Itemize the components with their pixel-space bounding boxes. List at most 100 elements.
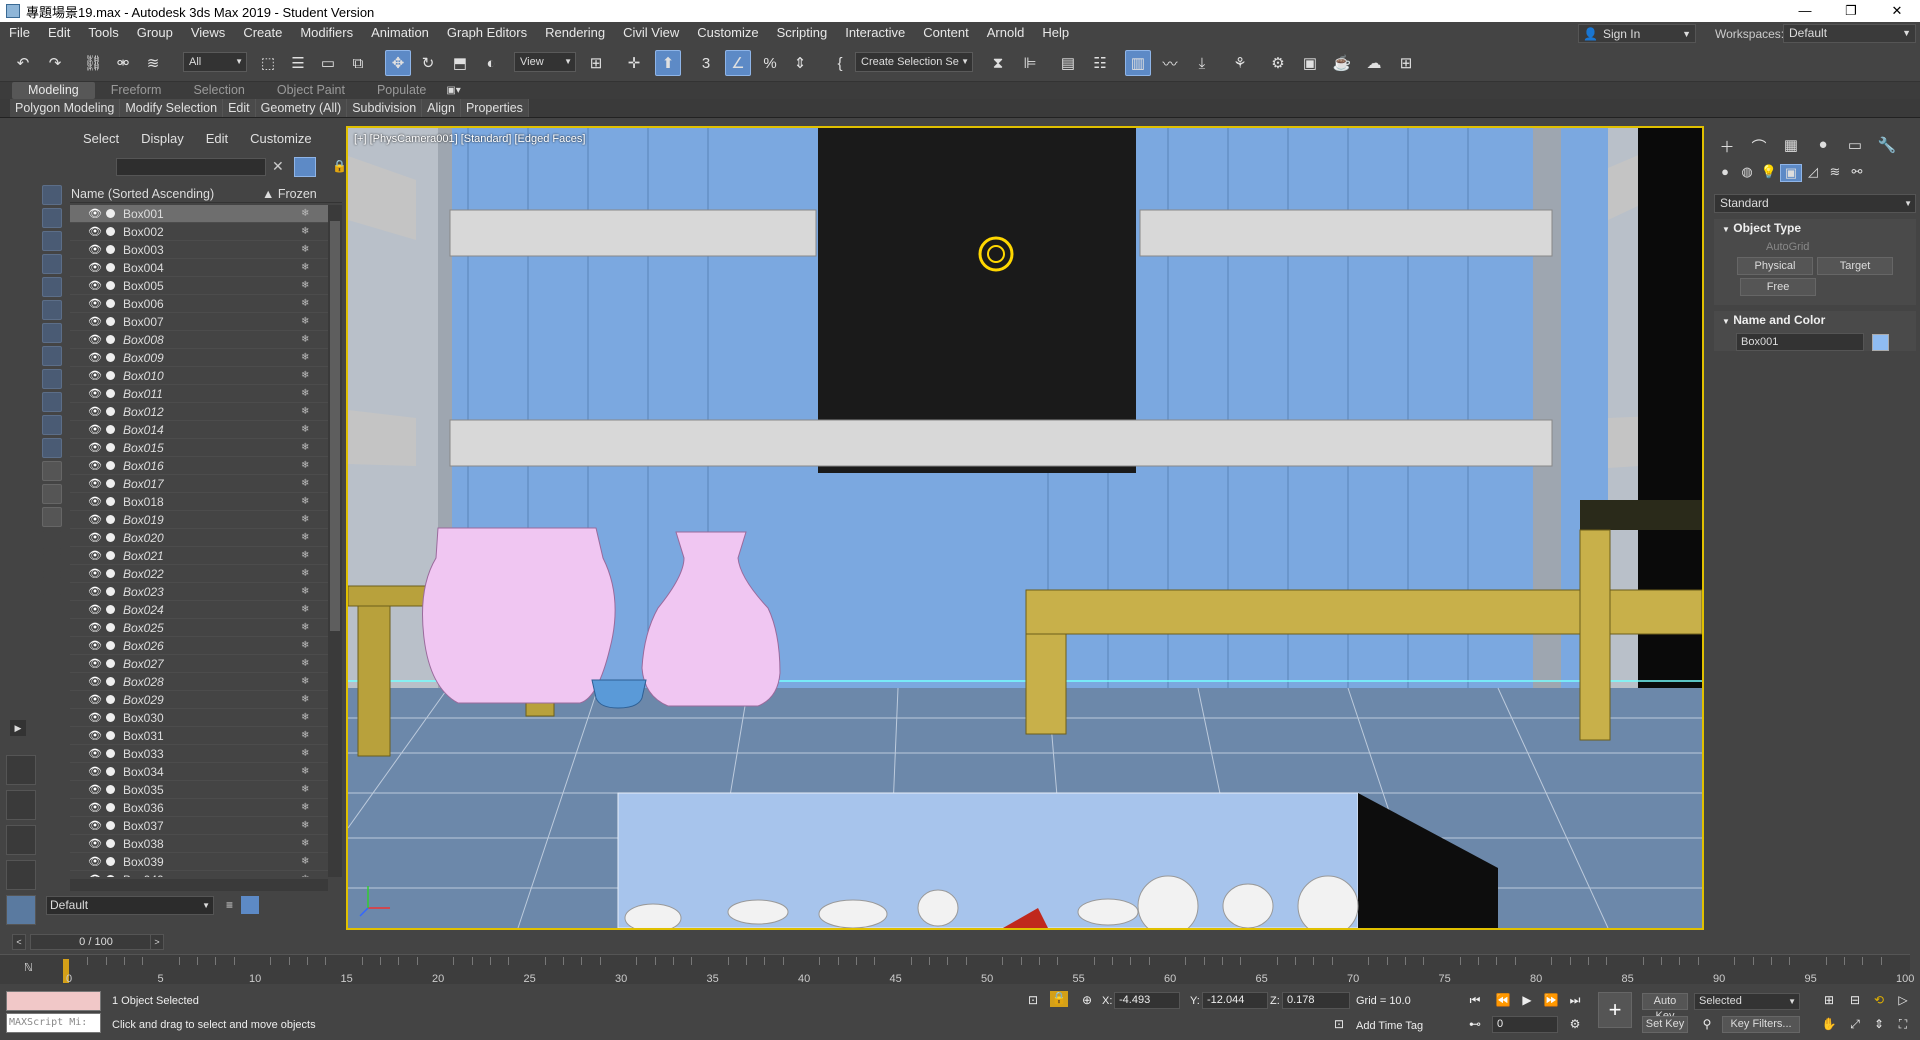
maximize-viewport-icon[interactable]: ⛶ <box>1894 1017 1912 1033</box>
ribbon-properties[interactable]: Properties <box>460 99 529 117</box>
visibility-eye-icon[interactable]: 👁 <box>88 405 102 418</box>
display-lights-icon[interactable] <box>42 231 62 251</box>
frozen-toggle-icon[interactable]: ❄ <box>301 748 309 759</box>
select-and-move-icon[interactable]: ✥ <box>385 50 411 76</box>
list-item[interactable]: 👁 Box033 ❄ <box>70 745 328 763</box>
ribbon-tab-freeform[interactable]: Freeform <box>95 82 178 99</box>
lock-icon[interactable]: 🔒 <box>332 159 347 173</box>
explorer-scrollbar[interactable] <box>328 205 342 877</box>
render-toggle-icon[interactable] <box>106 425 115 434</box>
orbit-icon[interactable]: ⟲ <box>1870 993 1888 1009</box>
align-icon[interactable]: ⊫ <box>1017 50 1043 76</box>
frozen-toggle-icon[interactable]: ❄ <box>301 478 309 489</box>
render-toggle-icon[interactable] <box>106 317 115 326</box>
target-camera-button[interactable]: Target <box>1817 257 1893 275</box>
list-item[interactable]: 👁 Box027 ❄ <box>70 655 328 673</box>
frozen-toggle-icon[interactable]: ❄ <box>301 730 309 741</box>
visibility-eye-icon[interactable]: 👁 <box>88 855 102 868</box>
walk-through-icon[interactable]: ⤢ <box>1846 1017 1864 1033</box>
visibility-eye-icon[interactable]: 👁 <box>88 387 102 400</box>
menu-create[interactable]: Create <box>234 22 291 44</box>
time-slider[interactable]: 0 / 100 <box>30 934 162 950</box>
key-walker-icon[interactable]: ⚲ <box>1698 1017 1716 1033</box>
key-filters-button[interactable]: Key Filters... <box>1722 1016 1800 1033</box>
render-toggle-icon[interactable] <box>106 605 115 614</box>
frozen-toggle-icon[interactable]: ❄ <box>301 244 309 255</box>
ribbon-modify-selection[interactable]: Modify Selection <box>120 99 224 117</box>
zoom-extents-icon[interactable]: ⊞ <box>1820 993 1838 1009</box>
render-toggle-icon[interactable] <box>106 731 115 740</box>
menu-rendering[interactable]: Rendering <box>536 22 614 44</box>
window-crossing-icon[interactable]: ⧉ <box>345 50 371 76</box>
frozen-toggle-icon[interactable]: ❄ <box>301 208 309 219</box>
visibility-eye-icon[interactable]: 👁 <box>88 459 102 472</box>
list-item[interactable]: 👁 Box038 ❄ <box>70 835 328 853</box>
key-mode-select[interactable]: Selected ▼ <box>1694 993 1800 1010</box>
spinner-snap-icon[interactable]: ⇕ <box>787 50 813 76</box>
list-item[interactable]: 👁 Box019 ❄ <box>70 511 328 529</box>
viewport-label[interactable]: [+] [PhysCamera001] [Standard] [Edged Fa… <box>354 133 585 145</box>
ribbon-subdivision[interactable]: Subdivision <box>347 99 423 117</box>
link-icon[interactable]: ⛓ <box>80 50 106 76</box>
render-toggle-icon[interactable] <box>106 281 115 290</box>
display-bones-icon[interactable] <box>42 369 62 389</box>
visibility-eye-icon[interactable]: 👁 <box>88 531 102 544</box>
reference-coordinate-select[interactable]: View ▼ <box>514 52 576 72</box>
render-toggle-icon[interactable] <box>106 587 115 596</box>
filter-toggle-icon[interactable] <box>294 157 316 177</box>
render-toggle-icon[interactable] <box>106 443 115 452</box>
previous-key-icon[interactable]: ⏪ <box>1494 993 1512 1009</box>
frozen-toggle-icon[interactable]: ❄ <box>301 658 309 669</box>
list-item[interactable]: 👁 Box005 ❄ <box>70 277 328 295</box>
ribbon-tab-object-paint[interactable]: Object Paint <box>261 82 361 99</box>
frozen-toggle-icon[interactable]: ❄ <box>301 262 309 273</box>
next-key-icon[interactable]: ⏩ <box>1542 993 1560 1009</box>
render-toggle-icon[interactable] <box>106 479 115 488</box>
scene-explorer-options-icon[interactable] <box>241 896 260 914</box>
frozen-toggle-icon[interactable]: ❄ <box>301 694 309 705</box>
viewport-layout-tab[interactable] <box>6 860 36 890</box>
frozen-toggle-icon[interactable]: ❄ <box>301 604 309 615</box>
pan-view-icon[interactable]: ✋ <box>1820 1017 1838 1033</box>
undo-icon[interactable]: ↶ <box>10 50 36 76</box>
create-tab-icon[interactable]: ＋ <box>1714 136 1740 156</box>
list-item[interactable]: 👁 Box023 ❄ <box>70 583 328 601</box>
display-hidden-icon[interactable] <box>42 438 62 458</box>
menu-arnold[interactable]: Arnold <box>978 22 1034 44</box>
render-toggle-icon[interactable] <box>106 371 115 380</box>
list-item[interactable]: 👁 Box036 ❄ <box>70 799 328 817</box>
frozen-toggle-icon[interactable]: ❄ <box>301 676 309 687</box>
frozen-toggle-icon[interactable]: ❄ <box>301 352 309 363</box>
go-to-end-icon[interactable]: ⏭ <box>1566 993 1584 1009</box>
visibility-eye-icon[interactable]: 👁 <box>88 639 102 652</box>
explorer-menu-select[interactable]: Select <box>72 131 130 146</box>
render-toggle-icon[interactable] <box>106 515 115 524</box>
mirror-icon[interactable]: ⧗ <box>985 50 1011 76</box>
render-toggle-icon[interactable] <box>106 353 115 362</box>
mini-curve-editor-icon[interactable]: ℕ <box>24 961 33 974</box>
menu-edit[interactable]: Edit <box>39 22 79 44</box>
render-toggle-icon[interactable] <box>106 245 115 254</box>
visibility-eye-icon[interactable]: 👁 <box>88 801 102 814</box>
cameras-icon[interactable]: ▣ <box>1780 164 1802 182</box>
display-helpers-icon[interactable] <box>42 277 62 297</box>
render-toggle-icon[interactable] <box>106 263 115 272</box>
visibility-eye-icon[interactable]: 👁 <box>88 567 102 580</box>
visibility-eye-icon[interactable]: 👁 <box>88 369 102 382</box>
maximize-button[interactable]: ❐ <box>1828 0 1874 22</box>
display-all-icon[interactable] <box>42 461 62 481</box>
helpers-icon[interactable]: ◿ <box>1802 164 1824 182</box>
frozen-toggle-icon[interactable]: ❄ <box>301 298 309 309</box>
render-toggle-icon[interactable] <box>106 857 115 866</box>
render-toggle-icon[interactable] <box>106 533 115 542</box>
maxscript-mini-listener[interactable]: MAXScript Mi: <box>6 1013 101 1033</box>
display-invert-icon[interactable] <box>42 507 62 527</box>
render-toggle-icon[interactable] <box>106 767 115 776</box>
frozen-toggle-icon[interactable]: ❄ <box>301 532 309 543</box>
key-mode-icon[interactable]: ⊷ <box>1466 1017 1484 1033</box>
visibility-eye-icon[interactable]: 👁 <box>88 297 102 310</box>
rectangular-selection-icon[interactable]: ▭ <box>315 50 341 76</box>
menu-content[interactable]: Content <box>914 22 978 44</box>
frozen-toggle-icon[interactable]: ❄ <box>301 406 309 417</box>
percent-snap-icon[interactable]: % <box>757 50 783 76</box>
